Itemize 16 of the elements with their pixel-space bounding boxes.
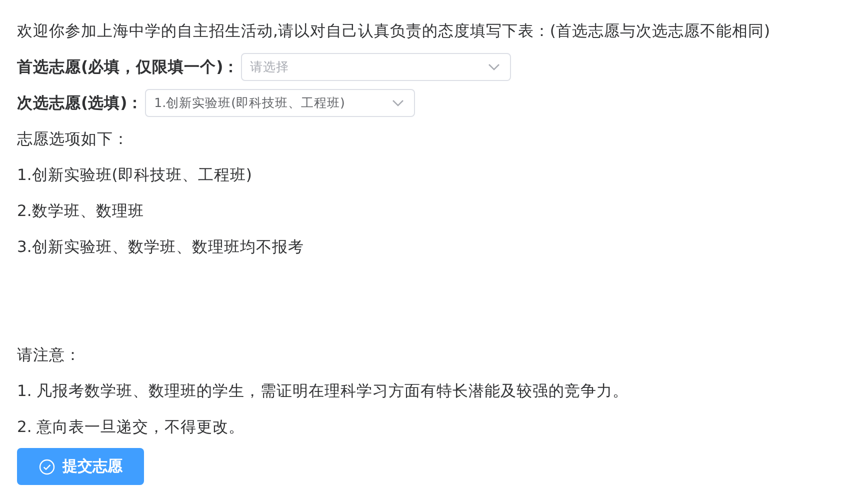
check-circle-icon (38, 458, 54, 474)
options-title: 志愿选项如下： (17, 129, 130, 150)
caret-icon (488, 63, 500, 71)
caret-icon (392, 99, 404, 107)
field-label: 首选志愿(必填，仅限填一个)： (17, 56, 240, 78)
notice-text: 2. 意向表一旦递交，不得更改。 (17, 417, 246, 438)
option-text: 2.数学班、数理班 (17, 201, 145, 222)
notice-title: 请注意： (17, 345, 82, 366)
intro-text: 欢迎你参加上海中学的自主招生活动,请以对自己认真负责的态度填写下表：(首选志愿与次选志愿不能相同) (17, 21, 772, 42)
option-text: 1.创新实验班(即科技班、工程班) (17, 165, 253, 186)
notice-text: 1. 凡报考数学班、数理班的学生，需证明在理科学习方面有特长潜能及较强的竞争力。 (17, 381, 630, 402)
option-text: 3.创新实验班、数学班、数理班均不报考 (17, 237, 305, 258)
field-label: 次选志愿(选填)： (17, 92, 144, 114)
select-field[interactable]: 请选择 (241, 53, 512, 81)
submit-button[interactable]: 提交志愿 (17, 448, 144, 485)
select-field[interactable]: 1.创新实验班(即科技班、工程班) (145, 89, 416, 117)
